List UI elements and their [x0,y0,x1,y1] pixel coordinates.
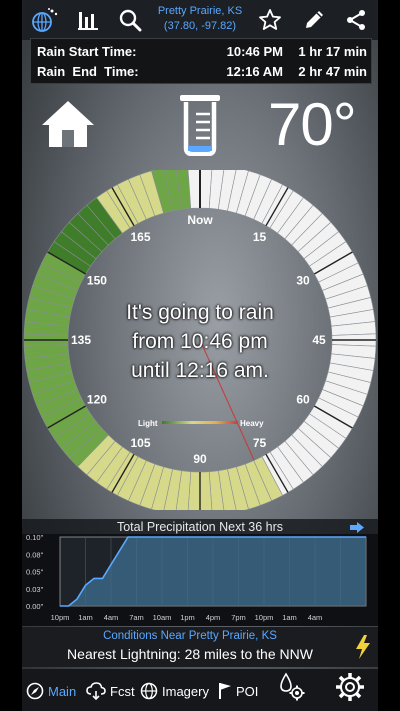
nav-imagery-label: Imagery [162,683,209,699]
rain-times-table: Rain Start Time: 10:46 PM 1 hr 17 min Ra… [30,38,372,84]
precip-x-tick: 10am [153,613,172,622]
raindrop-gear-icon [280,672,305,701]
dial-minute-label: 105 [130,436,150,450]
dial-minute-label: 150 [87,274,107,288]
precip-x-tick: 4am [308,613,323,622]
dial-now-label: Now [187,213,213,227]
rain-start-duration: 1 hr 17 min [298,44,367,59]
dial-minute-label: 90 [193,452,207,466]
precip-x-tick: 7pm [231,613,246,622]
precip-chart-header: Total Precipitation Next 36 hrs [22,519,378,535]
nav-imagery[interactable]: Imagery [140,679,209,703]
rain-end-row: Rain End Time: 12:16 AM 2 hr 47 min [31,64,373,84]
rain-message-line: It's going to rain [126,301,274,324]
precip-x-tick: 4am [104,613,119,622]
rain-end-duration: 2 hr 47 min [298,64,367,79]
precip-x-tick: 7am [129,613,144,622]
rain-message-line: from 10:46 pm [132,330,268,353]
compass-icon [26,682,44,700]
nav-main-label: Main [48,683,77,699]
share-icon[interactable] [342,6,370,34]
location-label[interactable]: Pretty Prairie, KS (37.80, -97.82) [142,4,258,34]
rain-gauge-icon[interactable] [178,92,222,161]
nearest-lightning: Nearest Lightning: 28 miles to the NNW [67,646,313,662]
rain-start-label: Rain Start Time: [37,44,137,59]
precip-y-tick: 0.00" [26,602,44,611]
arrow-right-icon[interactable] [350,522,364,533]
cloud-rain-icon [86,682,106,700]
precip-y-tick: 0.03" [26,585,44,594]
conditions-panel[interactable]: Conditions Near Pretty Prairie, KS Neare… [22,627,378,667]
dial-minute-label: 120 [87,393,107,407]
nav-settings[interactable] [334,673,370,701]
gear-icon [336,673,364,701]
nav-forecast[interactable]: Fcst [86,679,135,703]
globe-icon [140,682,158,700]
temperature-readout: 70° [268,91,357,158]
nav-poi[interactable]: POI [218,679,258,703]
nav-rain-settings[interactable] [278,672,310,701]
rain-message-line: until 12:16 am. [131,359,269,382]
location-name: Pretty Prairie, KS [157,5,243,17]
legend-light-label: Light [138,419,158,428]
globe-location-icon[interactable] [30,6,58,34]
precip-y-tick: 0.05" [26,568,44,577]
nav-poi-label: POI [236,683,259,699]
bar-chart-icon[interactable] [74,6,102,34]
dial-minute-label: 30 [296,274,310,288]
precip-x-tick: 1am [78,613,93,622]
bottom-nav: Main Fcst Imagery POI [22,669,378,711]
rain-message: It's going to rain from 10:46 pm until 1… [82,298,318,385]
lightning-bolt-icon [356,635,370,659]
legend-heavy-label: Heavy [240,419,264,428]
precip-y-tick: 0.10" [26,534,44,542]
precip-x-tick: 10pm [255,613,274,622]
dial-minute-label: 75 [253,436,267,450]
precip-chart: 0.10" 0.08" 0.05" 0.03" 0.00" 10pm 1am 4am 7am 10… [22,533,378,626]
rain-start-time: 10:46 PM [226,44,283,59]
conditions-title: Conditions Near Pretty Prairie, KS [103,630,277,642]
precip-y-tick: 0.08" [26,550,44,559]
dial-minute-label: 165 [130,230,150,244]
edit-pencil-icon[interactable] [300,6,328,34]
search-icon[interactable] [116,6,144,34]
rain-end-time: 12:16 AM [226,64,283,79]
precip-chart-svg: 0.10" 0.08" 0.05" 0.03" 0.00" 10pm 1am 4am 7am 10… [26,533,367,622]
star-icon[interactable] [256,6,284,34]
precip-chart-title: Total Precipitation Next 36 hrs [116,520,284,534]
dial-minute-label: 15 [253,230,267,244]
precip-x-tick: 4pm [206,613,221,622]
precip-x-tick: 1am [282,613,297,622]
rain-end-label: Rain End Time: [37,64,139,79]
intensity-legend-bar [162,421,238,424]
nav-forecast-label: Fcst [110,683,135,699]
precip-x-tick: 1pm [180,613,195,622]
rain-start-row: Rain Start Time: 10:46 PM 1 hr 17 min [31,44,373,64]
dial-minute-label: 60 [296,393,310,407]
app-screen: Pretty Prairie, KS (37.80, -97.82) Rain … [22,0,378,711]
precip-x-tick: 10pm [51,613,70,622]
intensity-legend: Light Heavy [138,419,264,428]
top-toolbar: Pretty Prairie, KS (37.80, -97.82) [22,0,378,40]
nav-main[interactable]: Main [26,679,76,703]
location-coords: (37.80, -97.82) [163,20,237,32]
flag-icon [219,683,231,699]
home-icon[interactable] [40,98,96,155]
